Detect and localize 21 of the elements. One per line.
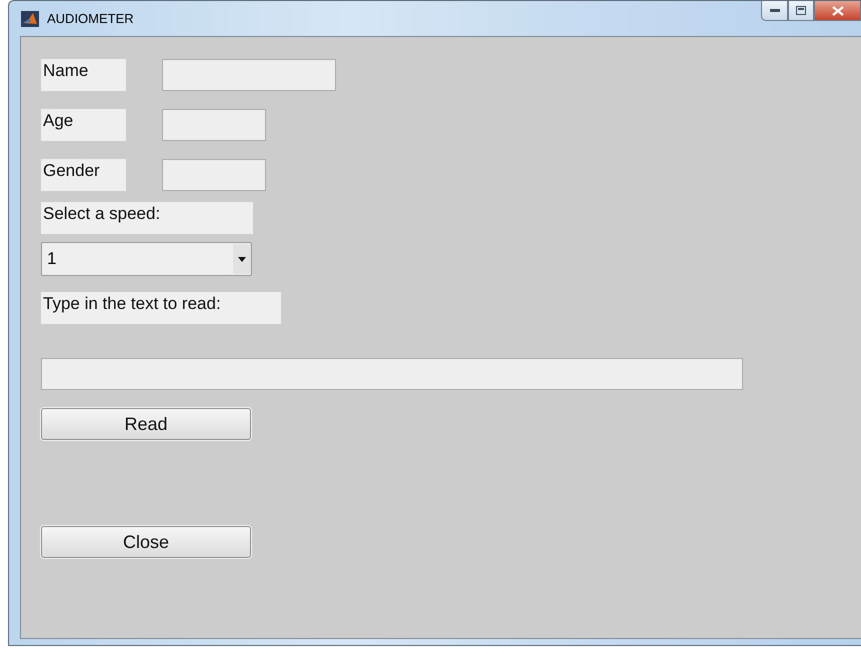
field-label: Gender: [41, 159, 126, 191]
speed-label: Select a speed:: [41, 202, 253, 234]
text-field[interactable]: [162, 159, 266, 191]
read-button[interactable]: Read: [41, 408, 251, 440]
minimize-button[interactable]: [761, 1, 788, 21]
text-prompt-label: Type in the text to read:: [41, 292, 281, 324]
maximize-button[interactable]: [788, 1, 814, 21]
app-logo-icon: [21, 10, 39, 26]
maximize-icon: [796, 6, 806, 15]
window-title: AUDIOMETER: [47, 11, 134, 26]
field-label: Age: [41, 109, 126, 141]
minimize-icon: [770, 8, 780, 12]
text-field[interactable]: [162, 109, 266, 141]
speed-dropdown[interactable]: 1: [41, 242, 252, 276]
text-field[interactable]: [41, 358, 743, 390]
close-icon: [832, 6, 844, 16]
caret-icon: [238, 256, 246, 262]
close-button[interactable]: Close: [41, 526, 251, 558]
text-field[interactable]: [162, 59, 336, 91]
close-button[interactable]: [814, 1, 861, 21]
field-label: Name: [41, 59, 126, 91]
